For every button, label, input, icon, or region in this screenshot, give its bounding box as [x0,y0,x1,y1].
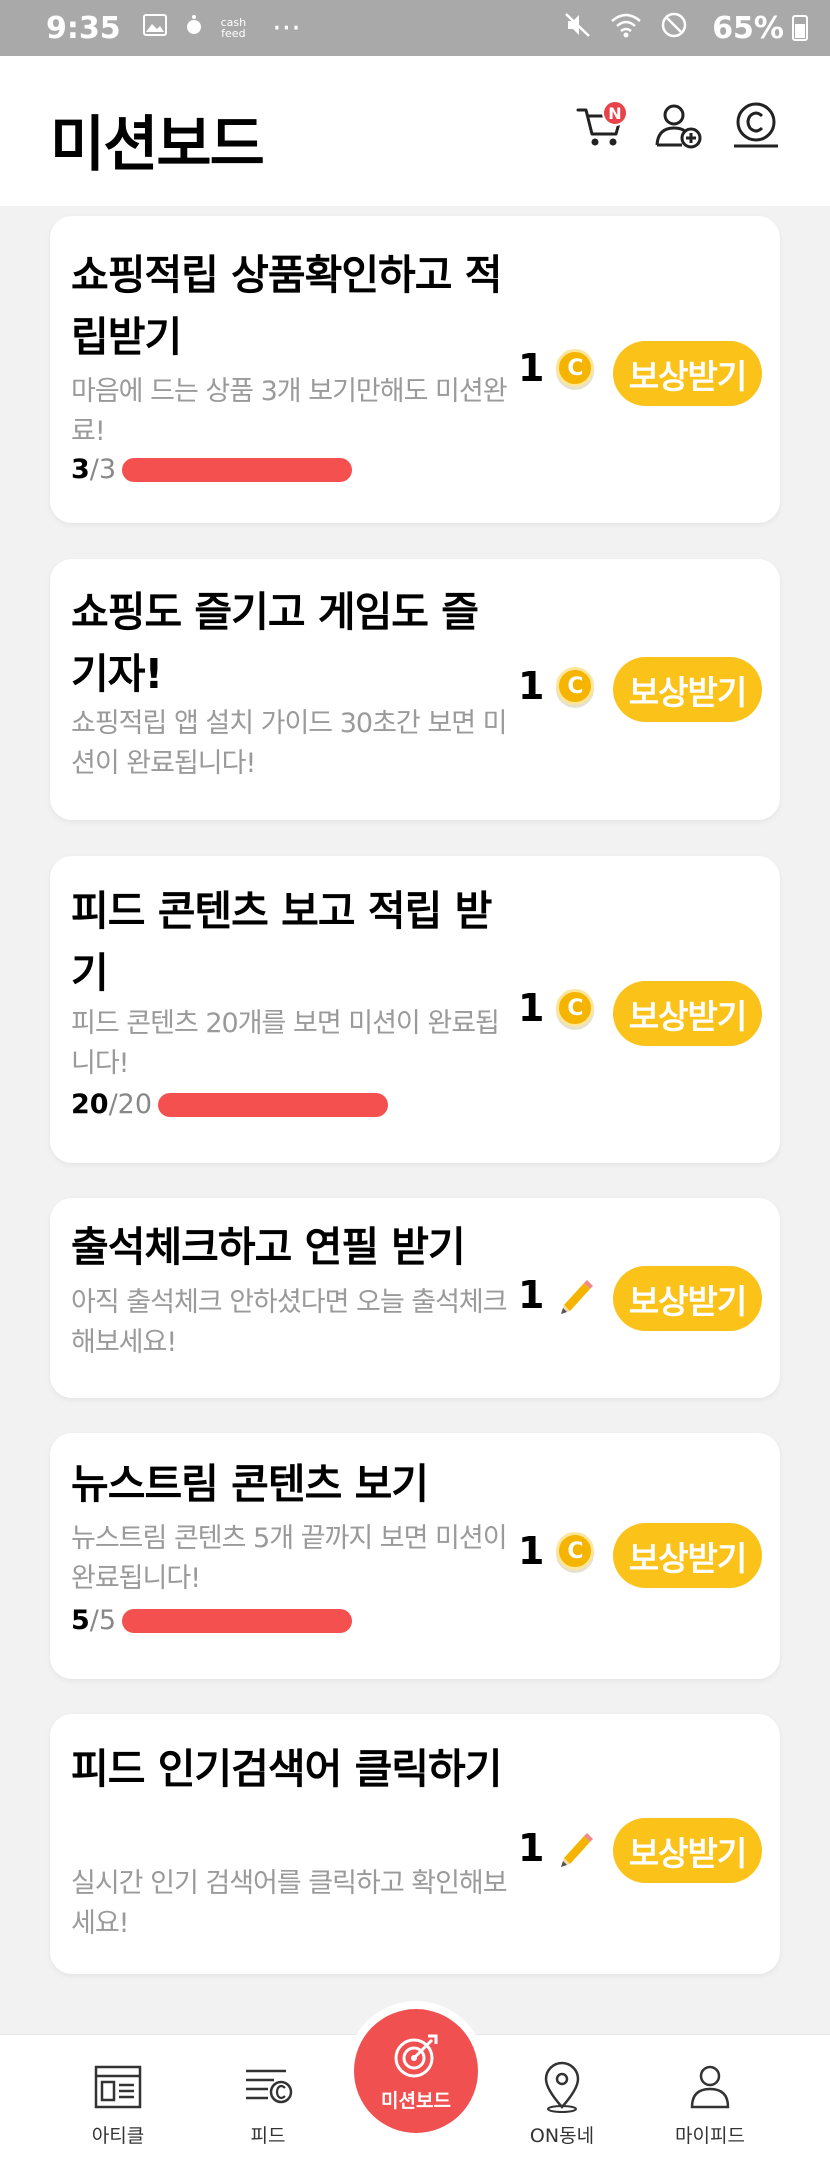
mission-progress: 5 /5 [71,1605,353,1636]
mission-description: 실시간 인기 검색어를 클릭하고 확인해보세요! [71,1868,508,1939]
nav-label: 미션보드 [381,2089,451,2112]
gallery-icon [142,14,167,42]
claim-reward-button[interactable]: 보상받기 [613,1266,762,1331]
progress-total: /3 [89,454,117,485]
mission-reward: 1 C [518,346,595,390]
feed-icon [246,2069,293,2104]
progress-bar [122,457,353,482]
cashfeed-status-icon: cash feed [220,16,247,40]
mission-card: 뉴스트림 콘텐츠 보기 뉴스트림 콘텐츠 5개 끝까지 보면 미션이 완료됩니다… [50,1433,780,1679]
nav-label: 피드 [250,2125,286,2147]
claim-reward-button[interactable]: 보상받기 [613,1818,762,1883]
progress-current: 3 [71,454,90,485]
mission-description: 피드 콘텐츠 20개를 보면 미션이 완료됩니다! [71,1008,500,1079]
mission-reward: 1 C [518,1529,595,1573]
page-title: 미션보드 [50,110,265,180]
app-header: 미션보드 N [0,56,830,206]
status-bar: 9:35 cash feed ··· 65% [0,0,830,56]
progress-current: 20 [71,1089,109,1120]
more-notifications-icon: ··· [272,10,301,46]
reward-amount: 1 [518,1529,545,1573]
add-user-icon [655,104,702,149]
mission-title: 쇼핑도 즐기고 게임도 즐기자! [71,588,479,698]
coin-icon: C [556,989,595,1027]
mission-description: 마음에 드는 상품 3개 보기만해도 미션완료! [71,376,508,447]
mission-reward: 1 C [518,986,595,1030]
progress-total: /20 [108,1089,153,1120]
status-time: 9:35 [46,10,121,46]
battery-percent: 65% [712,10,784,46]
mission-reward: 1 C [518,664,595,708]
nav-item-on-neighborhood[interactable]: ON동네 [502,2035,622,2164]
coin-icon: C [556,1532,595,1570]
location-pin-icon [544,2061,580,2113]
coin-icon [734,102,778,148]
nav-label: 아티클 [91,2125,145,2147]
reward-amount: 1 [518,986,545,1030]
reward-amount: 1 [518,664,545,708]
notification-dot-icon [185,14,203,42]
progress-bar [158,1092,389,1117]
progress-bar [122,1608,353,1633]
mission-card: 출석체크하고 연필 받기 아직 출석체크 안하셨다면 오늘 출석체크해보세요! … [50,1198,780,1398]
reward-amount: 1 [518,346,545,390]
mission-title: 출석체크하고 연필 받기 [71,1223,466,1271]
pencil-icon [561,1833,594,1867]
mission-title: 피드 콘텐츠 보고 적립 받기 [71,887,492,997]
claim-reward-button[interactable]: 보상받기 [613,981,762,1046]
pencil-icon [561,1280,594,1314]
battery-icon [792,15,808,41]
nav-item-feed[interactable]: 피드 [208,2035,328,2164]
mission-title: 뉴스트림 콘텐츠 보기 [71,1460,429,1508]
mission-card: 피드 콘텐츠 보고 적립 받기 피드 콘텐츠 20개를 보면 미션이 완료됩니다… [50,856,780,1163]
wifi-icon [610,12,642,44]
mission-reward: 1 [518,1826,596,1870]
add-friend-button[interactable] [652,100,704,152]
target-icon [394,2034,438,2077]
mission-description: 쇼핑적립 앱 설치 가이드 30초간 보면 미션이 완료됩니다! [71,708,507,779]
profile-icon [690,2065,730,2109]
mission-card: 피드 인기검색어 클릭하기 실시간 인기 검색어를 클릭하고 확인해보세요! 1… [50,1714,780,1974]
mission-description: 뉴스트림 콘텐츠 5개 끝까지 보면 미션이 완료됩니다! [71,1523,508,1594]
do-not-disturb-icon [660,11,688,45]
nav-label: ON동네 [529,2125,595,2147]
mission-progress: 20 /20 [71,1089,389,1120]
mission-reward: 1 [518,1273,596,1317]
nav-item-myfeed[interactable]: 마이피드 [650,2035,770,2164]
progress-current: 5 [71,1605,90,1636]
mission-card: 쇼핑도 즐기고 게임도 즐기자! 쇼핑적립 앱 설치 가이드 30초간 보면 미… [50,559,780,820]
nav-item-missionboard[interactable]: 미션보드 [354,2009,478,2133]
nav-label: 마이피드 [675,2125,745,2147]
reward-amount: 1 [518,1273,545,1317]
progress-total: /5 [89,1605,117,1636]
coin-history-button[interactable] [730,100,782,152]
mission-title: 피드 인기검색어 클릭하기 [71,1745,502,1793]
coin-icon: C [556,667,595,705]
article-icon [94,2065,142,2109]
mission-description: 아직 출석체크 안하셨다면 오늘 출석체크해보세요! [71,1287,508,1358]
bottom-navigation: 아티클 피드 미션보드 ON동네 마이피드 [0,2009,830,2164]
mission-progress: 3 /3 [71,454,353,485]
mission-card: 쇼핑적립 상품확인하고 적립받기 마음에 드는 상품 3개 보기만해도 미션완료… [50,216,780,523]
cart-new-badge: N [602,100,628,126]
mission-title: 쇼핑적립 상품확인하고 적립받기 [71,251,502,361]
claim-reward-button[interactable]: 보상받기 [613,657,762,722]
reward-amount: 1 [518,1826,545,1870]
nav-item-article[interactable]: 아티클 [58,2035,178,2164]
claim-reward-button[interactable]: 보상받기 [613,341,762,406]
coin-icon: C [556,349,595,387]
mute-icon [564,11,592,45]
claim-reward-button[interactable]: 보상받기 [613,1523,762,1588]
